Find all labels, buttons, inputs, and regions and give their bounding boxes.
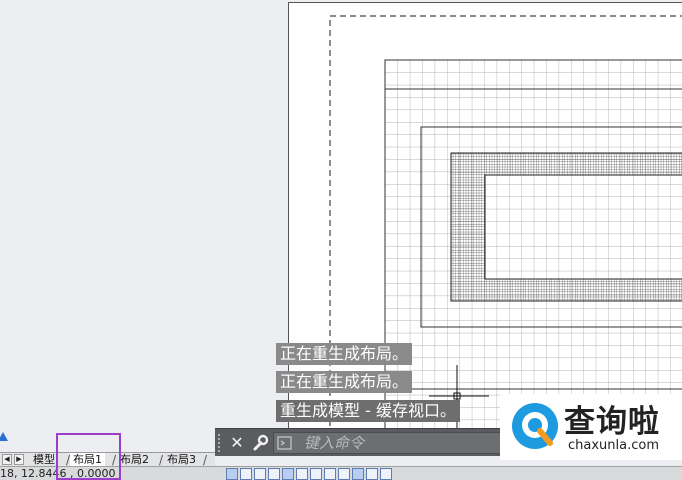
coordinate-readout: 18, 12.8446 , 0.0000 — [0, 467, 116, 480]
tab-next-button[interactable]: ▶ — [14, 454, 24, 465]
tab-layout2[interactable]: 布局2 — [117, 453, 152, 467]
watermark-title: 查询啦 — [564, 404, 660, 440]
layout-tab-bar: ◀ ▶ 模型 / 布局1 / 布局2 / 布局3 / — [0, 452, 215, 467]
watermark: 查询啦 chaxunla.com — [500, 394, 682, 460]
command-history-line: 重生成模型 - 缓存视口。 — [276, 400, 460, 422]
ducs-toggle-icon[interactable] — [310, 468, 322, 480]
drag-grip-icon[interactable] — [218, 434, 222, 452]
watermark-url: chaxunla.com — [568, 438, 659, 453]
drafting-toggles — [226, 468, 394, 480]
ucs-triangle-icon — [0, 432, 8, 441]
otrack-toggle-icon[interactable] — [296, 468, 308, 480]
tab-layout1[interactable]: 布局1 — [70, 453, 105, 467]
snap-toggle-icon[interactable] — [226, 468, 238, 480]
selection-cycling-toggle-icon[interactable] — [366, 468, 378, 480]
tab-model[interactable]: 模型 — [30, 453, 58, 467]
tab-prev-button[interactable]: ◀ — [2, 454, 12, 465]
annotation-monitor-toggle-icon[interactable] — [380, 468, 392, 480]
command-prompt-icon[interactable] — [277, 435, 293, 451]
lineweight-toggle-icon[interactable] — [338, 468, 350, 480]
command-history-line: 正在重生成布局。 — [276, 343, 413, 365]
status-bar: 18, 12.8446 , 0.0000 — [0, 466, 682, 480]
command-history-line: 正在重生成布局。 — [276, 371, 413, 393]
grid-toggle-icon[interactable] — [240, 468, 252, 480]
wrench-icon — [253, 434, 269, 451]
transparency-toggle-icon[interactable] — [352, 468, 364, 480]
dyn-toggle-icon[interactable] — [324, 468, 336, 480]
model-space-background — [0, 0, 288, 452]
ortho-toggle-icon[interactable] — [254, 468, 266, 480]
osnap-toggle-icon[interactable] — [282, 468, 294, 480]
tab-layout3[interactable]: 布局3 — [164, 453, 199, 467]
close-command-line-button[interactable]: ✕ — [227, 432, 247, 454]
customize-wrench-button[interactable] — [249, 432, 271, 454]
polar-toggle-icon[interactable] — [268, 468, 280, 480]
viewport-grid — [384, 59, 682, 431]
chaxunla-logo-icon — [512, 403, 558, 449]
